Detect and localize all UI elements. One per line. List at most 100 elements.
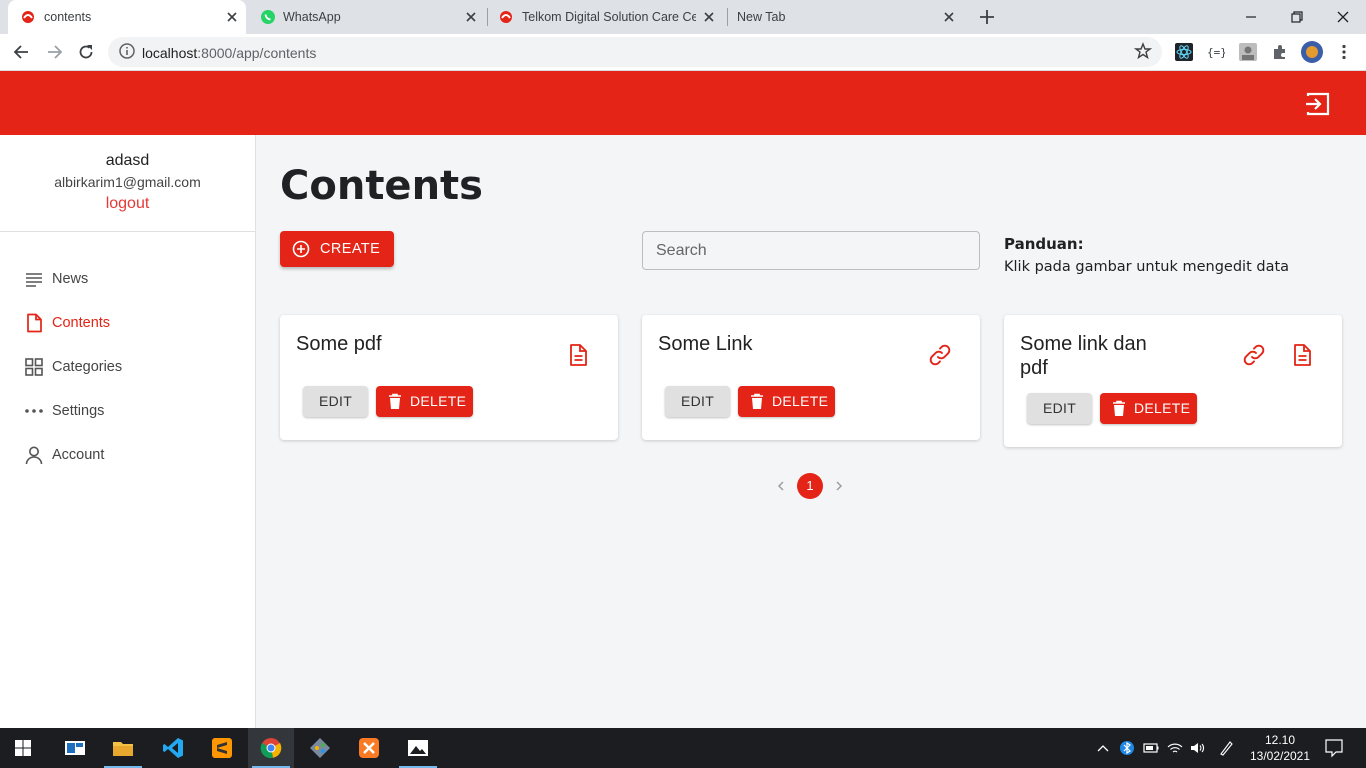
link-icon[interactable]: [928, 343, 952, 367]
speaker-volume-icon[interactable]: [1190, 739, 1206, 757]
profile-avatar-icon[interactable]: [1301, 41, 1323, 63]
address-bar[interactable]: localhost:8000/app/contents: [108, 37, 1162, 67]
document-icon: [24, 313, 44, 333]
edit-button[interactable]: EDIT: [303, 386, 368, 417]
tab-telkom[interactable]: Telkom Digital Solution Care Cen: [488, 0, 726, 34]
trash-icon: [387, 393, 403, 410]
chrome-icon: [260, 737, 282, 759]
sidebar-item-settings[interactable]: Settings: [0, 391, 255, 431]
react-devtools-icon[interactable]: [1175, 43, 1193, 61]
taskbar-app-task-view[interactable]: [52, 728, 98, 768]
reload-icon[interactable]: [76, 42, 96, 62]
battery-icon[interactable]: [1143, 739, 1159, 757]
tab-title: contents: [44, 10, 92, 24]
json-viewer-icon[interactable]: {=}: [1207, 43, 1225, 61]
browser-menu-icon[interactable]: [1335, 43, 1353, 61]
delete-button[interactable]: DELETE: [1100, 393, 1197, 424]
app-header: [0, 71, 1366, 135]
create-button-label: CREATE: [320, 241, 381, 257]
tab-contents[interactable]: contents: [8, 0, 246, 34]
sidebar-item-contents[interactable]: Contents: [0, 303, 255, 343]
telkom-favicon-icon: [498, 9, 514, 25]
taskbar-app-sublime[interactable]: [199, 728, 245, 768]
extensions-puzzle-icon[interactable]: [1271, 43, 1289, 61]
star-bookmark-icon[interactable]: [1134, 42, 1154, 62]
taskbar-app-xampp[interactable]: [346, 728, 392, 768]
minimize-window-icon[interactable]: [1239, 5, 1263, 29]
delete-button-label: DELETE: [410, 393, 467, 409]
folder-icon: [112, 737, 134, 759]
sidebar-item-news[interactable]: News: [0, 259, 255, 299]
vscode-icon: [162, 737, 184, 759]
taskbar-app-file-explorer[interactable]: [100, 728, 146, 768]
bluetooth-icon[interactable]: [1119, 739, 1135, 757]
card-title: Some pdf: [296, 333, 382, 355]
close-tab-icon[interactable]: [941, 9, 957, 25]
taskbar-app-chrome[interactable]: [248, 728, 294, 768]
delete-button[interactable]: DELETE: [738, 386, 835, 417]
chevron-left-icon[interactable]: [774, 479, 788, 493]
list-icon: [24, 269, 44, 289]
task-view-icon: [64, 737, 86, 759]
main-content: Contents CREATE Panduan: Klik pada gamba…: [256, 135, 1366, 728]
user-email: albirkarim1@gmail.com: [54, 174, 201, 190]
wifi-icon[interactable]: [1167, 739, 1183, 757]
xampp-icon: [358, 737, 380, 759]
new-tab-plus-icon[interactable]: [977, 7, 997, 27]
sidebar: adasd albirkarim1@gmail.com logout News …: [0, 135, 256, 728]
delete-button-label: DELETE: [772, 393, 829, 409]
close-tab-icon[interactable]: [463, 9, 479, 25]
windows-logo-icon: [12, 737, 34, 759]
document-icon[interactable]: [566, 343, 590, 367]
info-icon[interactable]: [118, 42, 138, 62]
git-client-icon: [309, 737, 331, 759]
url-host: localhost: [142, 45, 198, 61]
content-card[interactable]: Some Link EDIT DELETE: [642, 315, 980, 440]
document-icon[interactable]: [1290, 343, 1314, 367]
close-tab-icon[interactable]: [701, 9, 717, 25]
sidebar-item-categories[interactable]: Categories: [0, 347, 255, 387]
taskbar-app-git[interactable]: [297, 728, 343, 768]
svg-text:{=}: {=}: [1207, 46, 1225, 59]
forward-arrow-icon[interactable]: [44, 42, 64, 62]
trash-icon: [1111, 400, 1127, 417]
clock-time: 12.10: [1264, 733, 1296, 747]
content-card[interactable]: Some pdf EDIT DELETE: [280, 315, 618, 440]
chevron-up-icon[interactable]: [1095, 739, 1111, 757]
tab-new-tab[interactable]: New Tab: [728, 0, 964, 34]
guide-title: Panduan:: [1004, 235, 1084, 253]
more-dots-icon: [24, 401, 44, 421]
notification-center-icon[interactable]: [1325, 738, 1343, 758]
start-button[interactable]: [0, 728, 46, 768]
search-input[interactable]: [642, 231, 980, 270]
person-icon: [24, 445, 44, 465]
taskbar-app-vscode[interactable]: [150, 728, 196, 768]
logout-link[interactable]: logout: [0, 195, 255, 213]
taskbar-app-photos[interactable]: [395, 728, 441, 768]
browser-tab-strip: contents WhatsApp Telkom Digital Solutio…: [0, 0, 1366, 34]
restore-window-icon[interactable]: [1285, 5, 1309, 29]
tab-whatsapp[interactable]: WhatsApp: [250, 0, 486, 34]
pen-ink-icon[interactable]: [1218, 739, 1234, 757]
exit-logout-icon[interactable]: [1303, 89, 1333, 119]
tab-title: Telkom Digital Solution Care Cen: [522, 10, 696, 24]
sidebar-item-account[interactable]: Account: [0, 435, 255, 475]
page-button[interactable]: 1: [797, 473, 823, 499]
close-window-icon[interactable]: [1331, 5, 1355, 29]
system-clock[interactable]: 12.10 13/02/2021: [1244, 732, 1316, 764]
edit-button[interactable]: EDIT: [665, 386, 730, 417]
content-card[interactable]: Some link dan pdf EDIT DELETE: [1004, 315, 1342, 447]
whatsapp-icon: [260, 9, 276, 25]
windows-taskbar: 12.10 13/02/2021: [0, 728, 1366, 768]
delete-button[interactable]: DELETE: [376, 386, 473, 417]
url-text: localhost:8000/app/contents: [142, 45, 316, 61]
back-arrow-icon[interactable]: [12, 42, 32, 62]
edit-button[interactable]: EDIT: [1027, 393, 1092, 424]
tab-title: New Tab: [737, 10, 786, 24]
create-button[interactable]: CREATE: [280, 231, 394, 267]
chevron-right-icon[interactable]: [832, 479, 846, 493]
sublime-text-icon: [211, 737, 233, 759]
close-tab-icon[interactable]: [224, 9, 240, 25]
link-icon[interactable]: [1242, 343, 1266, 367]
extension-avatar-icon[interactable]: [1239, 43, 1257, 61]
